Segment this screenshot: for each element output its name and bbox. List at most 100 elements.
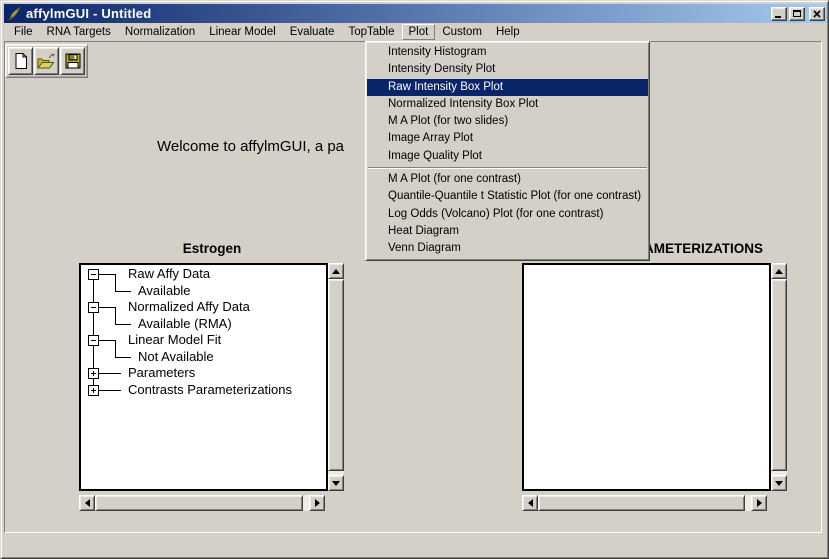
menu-evaluate[interactable]: Evaluate: [283, 24, 342, 40]
left-vertical-scrollbar[interactable]: [328, 263, 344, 491]
welcome-text: Welcome to affylmGUI, a pa: [157, 138, 344, 155]
tree-branch-line: [115, 357, 131, 358]
menu-item-intensity-histogram[interactable]: Intensity Histogram: [367, 44, 648, 61]
minimize-button[interactable]: [771, 7, 787, 21]
menu-normalization[interactable]: Normalization: [118, 24, 202, 40]
app-feather-icon: [7, 6, 22, 21]
close-icon: [813, 10, 821, 18]
minus-icon: [91, 307, 96, 308]
right-horizontal-scrollbar[interactable]: [522, 495, 767, 511]
menu-item-intensity-density-plot[interactable]: Intensity Density Plot: [367, 61, 648, 78]
plus-icon: [93, 388, 94, 393]
menu-item-raw-intensity-box-plot[interactable]: Raw Intensity Box Plot: [367, 79, 648, 96]
arrow-left-icon: [528, 499, 533, 507]
status-tree-listbox[interactable]: Raw Affy Data Available Normalized Affy …: [79, 263, 328, 491]
tree-branch-line: [115, 274, 116, 292]
close-button[interactable]: [809, 7, 825, 21]
minus-icon: [91, 340, 96, 341]
scroll-left-button[interactable]: [79, 495, 95, 511]
tree-node-available-rma[interactable]: Available (RMA): [138, 316, 232, 332]
plus-icon: [93, 371, 94, 376]
menu-item-log-odds-volcano-plot[interactable]: Log Odds (Volcano) Plot (for one contras…: [367, 206, 648, 223]
scroll-down-button[interactable]: [328, 475, 344, 491]
tree-node-normalized-affy-data[interactable]: Normalized Affy Data: [128, 299, 250, 315]
menu-item-heat-diagram[interactable]: Heat Diagram: [367, 223, 648, 240]
tree-expander-plus[interactable]: [88, 368, 99, 379]
minimize-icon: [775, 16, 781, 18]
left-panel-title: Estrogen: [79, 241, 345, 256]
tree-branch-line: [99, 307, 115, 308]
menu-toptable[interactable]: TopTable: [341, 24, 401, 40]
menu-item-image-array-plot[interactable]: Image Array Plot: [367, 130, 648, 147]
tree-node-raw-affy-data[interactable]: Raw Affy Data: [128, 266, 210, 282]
menu-rna-targets[interactable]: RNA Targets: [40, 24, 118, 40]
tree-expander-minus[interactable]: [88, 302, 99, 313]
open-file-button[interactable]: [34, 47, 59, 75]
tree-expander-minus[interactable]: [88, 269, 99, 280]
menu-file[interactable]: File: [7, 24, 40, 40]
arrow-left-icon: [85, 499, 90, 507]
titlebar[interactable]: affylmGUI - Untitled: [4, 4, 827, 23]
window-title: affylmGUI - Untitled: [26, 6, 769, 21]
scroll-left-button[interactable]: [522, 495, 538, 511]
open-folder-icon: [36, 52, 57, 71]
tree-branch-line: [99, 390, 121, 391]
save-floppy-icon: [64, 52, 82, 70]
arrow-down-icon: [775, 481, 783, 486]
menu-item-normalized-intensity-box-plot[interactable]: Normalized Intensity Box Plot: [367, 96, 648, 113]
tree-branch-line: [115, 340, 116, 358]
scroll-right-button[interactable]: [309, 495, 325, 511]
menu-custom[interactable]: Custom: [435, 24, 489, 40]
maximize-icon: [793, 10, 801, 17]
scrollbar-thumb[interactable]: [328, 279, 344, 471]
menu-item-ma-plot-one-contrast[interactable]: M A Plot (for one contrast): [367, 171, 648, 188]
menu-separator: [368, 167, 647, 169]
scrollbar-thumb[interactable]: [95, 495, 303, 511]
maximize-button[interactable]: [789, 7, 805, 21]
arrow-down-icon: [332, 481, 340, 486]
contrasts-listbox[interactable]: [522, 263, 771, 491]
menu-linear-model[interactable]: Linear Model: [202, 24, 282, 40]
arrow-right-icon: [757, 499, 762, 507]
right-panel-title: AMETERIZATIONS: [644, 241, 763, 256]
tree-node-available[interactable]: Available: [138, 283, 191, 299]
menu-help[interactable]: Help: [489, 24, 527, 40]
tree-node-contrasts-parameterizations[interactable]: Contrasts Parameterizations: [128, 382, 292, 398]
scrollbar-thumb[interactable]: [771, 279, 787, 471]
menu-item-qq-t-statistic-plot[interactable]: Quantile-Quantile t Statistic Plot (for …: [367, 188, 648, 205]
new-file-button[interactable]: [8, 47, 33, 75]
tree-expander-minus[interactable]: [88, 335, 99, 346]
toolbar: [5, 44, 88, 78]
left-horizontal-scrollbar[interactable]: [79, 495, 325, 511]
menubar: File RNA Targets Normalization Linear Mo…: [4, 22, 827, 41]
scroll-up-button[interactable]: [328, 263, 344, 279]
menu-item-image-quality-plot[interactable]: Image Quality Plot: [367, 148, 648, 165]
arrow-right-icon: [315, 499, 320, 507]
arrow-up-icon: [332, 269, 340, 274]
menu-item-ma-plot-two-slides[interactable]: M A Plot (for two slides): [367, 113, 648, 130]
scroll-right-button[interactable]: [751, 495, 767, 511]
tree-expander-plus[interactable]: [88, 385, 99, 396]
tree-branch-line: [99, 373, 121, 374]
application-window: affylmGUI - Untitled File RNA Targets No…: [0, 0, 829, 559]
new-document-icon: [12, 52, 30, 70]
tree-node-linear-model-fit[interactable]: Linear Model Fit: [128, 332, 221, 348]
tree-branch-line: [99, 340, 115, 341]
tree-node-parameters[interactable]: Parameters: [128, 365, 195, 381]
save-file-button[interactable]: [60, 47, 85, 75]
tree-branch-line: [99, 274, 115, 275]
tree-branch-line: [115, 307, 116, 325]
plot-dropdown-menu: Intensity Histogram Intensity Density Pl…: [365, 41, 650, 261]
minus-icon: [91, 274, 96, 275]
scroll-down-button[interactable]: [771, 475, 787, 491]
arrow-up-icon: [775, 269, 783, 274]
tree-branch-line: [115, 291, 131, 292]
status-tree: Raw Affy Data Available Normalized Affy …: [81, 265, 326, 489]
scrollbar-thumb[interactable]: [538, 495, 745, 511]
menu-item-venn-diagram[interactable]: Venn Diagram: [367, 240, 648, 257]
menu-plot[interactable]: Plot: [402, 24, 436, 40]
right-vertical-scrollbar[interactable]: [771, 263, 787, 491]
scroll-up-button[interactable]: [771, 263, 787, 279]
tree-node-not-available[interactable]: Not Available: [138, 349, 214, 365]
tree-branch-line: [115, 324, 131, 325]
